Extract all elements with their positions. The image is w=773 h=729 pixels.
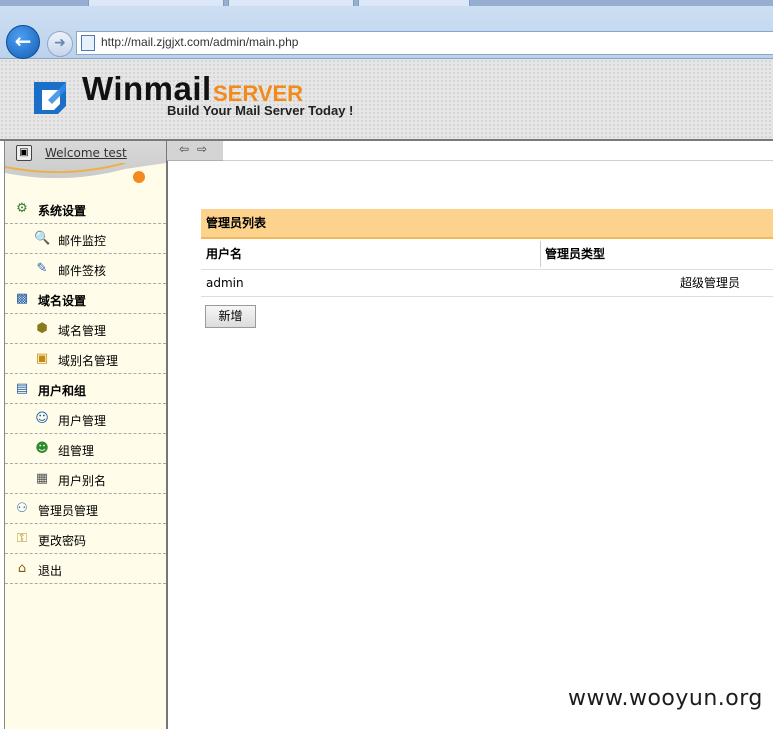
forward-button[interactable]: ➜: [47, 31, 73, 57]
sidebar-item-user-alias[interactable]: ▦ 用户别名: [5, 464, 166, 494]
sidebar-item-users-groups[interactable]: ▤ 用户和组: [5, 374, 166, 404]
user-manage-icon: ☺: [35, 411, 49, 426]
sidebar-item-user-manage[interactable]: ☺ 用户管理: [5, 404, 166, 434]
sidebar-item-change-password[interactable]: ⚿ 更改密码: [5, 524, 166, 554]
domain-settings-icon: ▩: [15, 291, 29, 306]
sidebar-item-domain-settings[interactable]: ▩ 域名设置: [5, 284, 166, 314]
sidebar-item-domain-manage[interactable]: ⬢ 域名管理: [5, 314, 166, 344]
sidebar-item-label: 域名管理: [58, 324, 107, 338]
domain-manage-icon: ⬢: [36, 321, 48, 336]
arrow-right-icon: ➜: [54, 35, 66, 51]
table-header: 用户名 管理员类型: [201, 239, 773, 270]
logo-tagline: Build Your Mail Server Today !: [167, 103, 354, 118]
password-key-icon: ⚿: [17, 531, 27, 546]
sidebar-item-label: 管理员管理: [38, 504, 99, 518]
frame-toolbar: ⇦ ⇨: [167, 141, 223, 161]
welcome-link[interactable]: Welcome test: [45, 146, 127, 160]
sidebar-item-label: 用户和组: [38, 384, 87, 398]
sidebar-item-domain-alias[interactable]: ▣ 域别名管理: [5, 344, 166, 374]
cell-admin-type: 超级管理员: [680, 276, 741, 290]
page-icon: [81, 35, 95, 51]
arrow-left-icon: ←: [14, 29, 32, 53]
panel-title: 管理员列表: [201, 209, 773, 239]
sidebar-item-label: 域名设置: [38, 294, 87, 308]
sidebar-item-label: 退出: [38, 564, 63, 578]
browser-tab[interactable]: [358, 0, 470, 6]
sidebar-item-logout[interactable]: ⌂ 退出: [5, 554, 166, 584]
mail-approval-icon: ✎: [36, 261, 48, 276]
watermark: www.wooyun.org: [568, 686, 763, 711]
swoosh-decoration: [5, 163, 166, 185]
sidebar-item-group-manage[interactable]: ☻ 组管理: [5, 434, 166, 464]
arrow-right-icon[interactable]: ⇨: [197, 142, 207, 156]
sidebar-item-mail-approval[interactable]: ✎ 邮件签核: [5, 254, 166, 284]
welcome-panel: ▣ Welcome test: [5, 141, 166, 185]
group-manage-icon: ☻: [35, 441, 49, 456]
sidebar-item-admin-manage[interactable]: ⚇ 管理员管理: [5, 494, 166, 524]
toolbar-spacer: [223, 141, 773, 161]
system-settings-icon: ⚙: [16, 201, 28, 216]
sidebar: ▣ Welcome test ⚙ 系统设置 🔍 邮件监控 ✎ 邮件签核 ▩ 域名…: [4, 141, 168, 729]
winmail-logo-icon: [34, 82, 66, 114]
sidebar-item-label: 用户管理: [58, 414, 107, 428]
browser-tab[interactable]: [228, 0, 354, 6]
browser-chrome: ← ➜ http://mail.zjgjxt.com/admin/main.ph…: [0, 0, 773, 59]
tab-strip: [0, 0, 773, 6]
sidebar-menu: ⚙ 系统设置 🔍 邮件监控 ✎ 邮件签核 ▩ 域名设置 ⬢ 域名管理 ▣ 域别名…: [5, 194, 166, 584]
domain-alias-icon: ▣: [35, 351, 49, 366]
sidebar-item-mail-monitor[interactable]: 🔍 邮件监控: [5, 224, 166, 254]
users-groups-icon: ▤: [15, 381, 29, 396]
address-bar[interactable]: http://mail.zjgjxt.com/admin/main.php: [76, 31, 773, 55]
admin-manage-icon: ⚇: [16, 501, 28, 516]
sidebar-item-system-settings[interactable]: ⚙ 系统设置: [5, 194, 166, 224]
column-header-username: 用户名: [206, 247, 243, 261]
user-alias-icon: ▦: [35, 471, 49, 486]
sidebar-item-label: 邮件签核: [58, 264, 107, 278]
add-admin-button[interactable]: 新增: [205, 305, 256, 328]
user-card-icon: ▣: [16, 145, 32, 161]
admin-list-panel: 管理员列表 用户名 管理员类型 admin 超级管理员: [201, 209, 773, 297]
sidebar-item-label: 域别名管理: [58, 354, 119, 368]
sidebar-item-label: 系统设置: [38, 204, 87, 218]
browser-tab[interactable]: [88, 0, 224, 6]
sidebar-item-label: 用户别名: [58, 474, 107, 488]
sidebar-item-label: 更改密码: [38, 534, 87, 548]
mail-monitor-icon: 🔍: [34, 231, 51, 246]
column-header-admin-type: 管理员类型: [545, 247, 606, 261]
sidebar-item-label: 组管理: [58, 444, 95, 458]
sidebar-item-label: 邮件监控: [58, 234, 107, 248]
cell-username[interactable]: admin: [206, 270, 244, 296]
back-button[interactable]: ←: [6, 25, 40, 59]
home-icon: ⌂: [17, 561, 27, 576]
arrow-left-icon[interactable]: ⇦: [179, 142, 189, 156]
url-text[interactable]: http://mail.zjgjxt.com/admin/main.php: [101, 35, 298, 49]
app-header: Winmail SERVER Build Your Mail Server To…: [0, 59, 773, 141]
table-row[interactable]: admin 超级管理员: [201, 270, 773, 297]
